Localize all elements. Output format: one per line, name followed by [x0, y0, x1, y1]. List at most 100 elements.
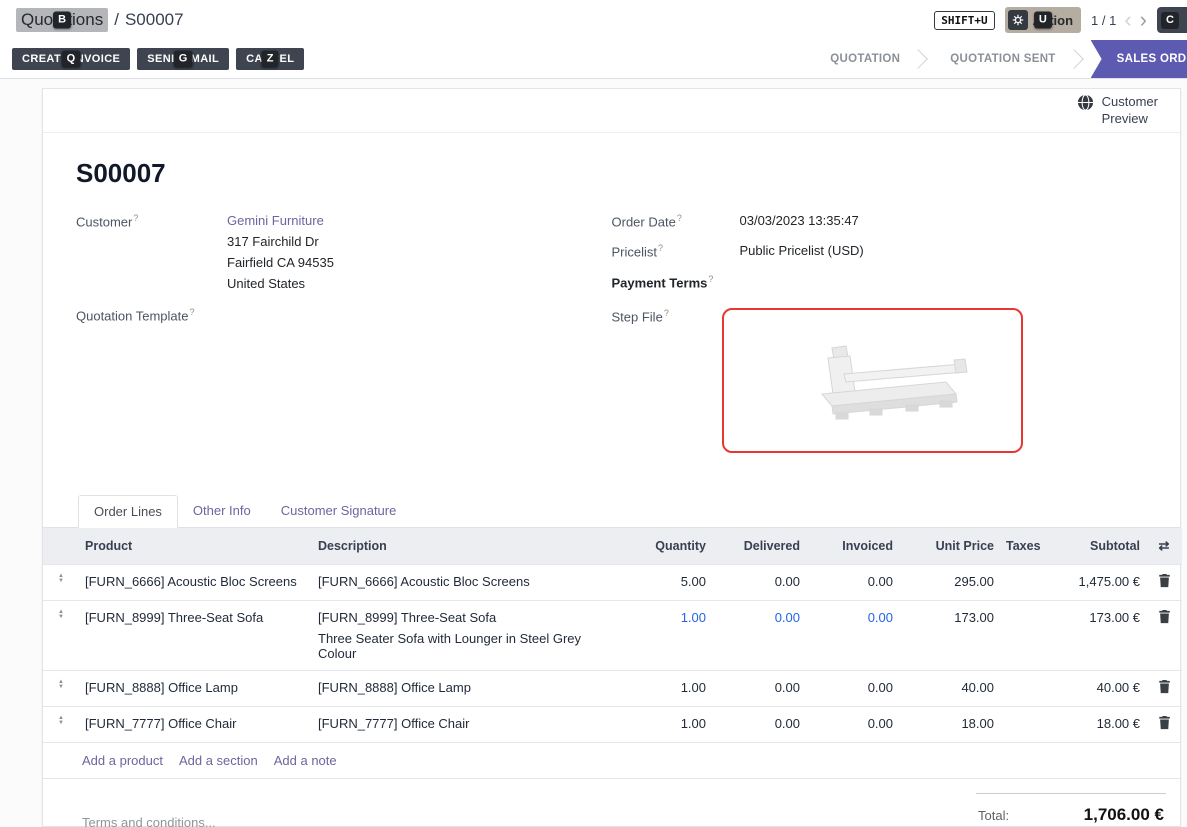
- cell-description[interactable]: [FURN_8888] Office Lamp: [312, 670, 624, 706]
- help-icon: ?: [677, 213, 682, 223]
- table-header-row: Product Description Quantity Delivered I…: [43, 528, 1182, 565]
- quotation-template-field[interactable]: [227, 307, 612, 325]
- cell-quantity[interactable]: 5.00: [624, 564, 712, 600]
- field-step-file: Step File?: [612, 308, 1148, 453]
- drag-handle[interactable]: ▲▼: [43, 600, 79, 670]
- create-button-partial[interactable]: C: [1157, 7, 1187, 33]
- content-area: Customer Preview S00007 Customer? Gemini…: [0, 79, 1187, 827]
- cell-product[interactable]: [FURN_6666] Acoustic Bloc Screens: [79, 564, 312, 600]
- delete-line-button[interactable]: [1146, 600, 1182, 670]
- pager-previous-button[interactable]: ‹: [1124, 9, 1131, 31]
- cell-taxes[interactable]: [1000, 670, 1042, 706]
- cell-delivered[interactable]: 0.00: [712, 670, 806, 706]
- cell-invoiced[interactable]: 0.00: [806, 600, 899, 670]
- add-product-link[interactable]: Add a product: [82, 753, 163, 768]
- send-email-button[interactable]: SEND EMAIL G: [137, 48, 229, 70]
- pager: 1 / 1 ‹ ›: [1091, 9, 1147, 31]
- pricelist-label: Pricelist?: [612, 243, 740, 259]
- customer-label: Customer?: [76, 213, 227, 291]
- cell-quantity[interactable]: 1.00: [624, 706, 712, 742]
- gear-icon: [1008, 10, 1028, 30]
- add-section-link[interactable]: Add a section: [179, 753, 258, 768]
- cell-product[interactable]: [FURN_7777] Office Chair: [79, 706, 312, 742]
- breadcrumb-quotations[interactable]: Quotations B: [16, 8, 108, 32]
- header-subtotal[interactable]: Subtotal: [1042, 528, 1146, 565]
- header-product[interactable]: Product: [79, 528, 312, 565]
- header-quantity[interactable]: Quantity: [624, 528, 712, 565]
- cell-invoiced[interactable]: 0.00: [806, 670, 899, 706]
- header-delivered[interactable]: Delivered: [712, 528, 806, 565]
- cell-description[interactable]: [FURN_6666] Acoustic Bloc Screens: [312, 564, 624, 600]
- cell-product[interactable]: [FURN_8888] Office Lamp: [79, 670, 312, 706]
- status-step-sales-order[interactable]: SALES ORDER: [1091, 40, 1187, 78]
- table-row[interactable]: ▲▼[FURN_8888] Office Lamp[FURN_8888] Off…: [43, 670, 1182, 706]
- header-description[interactable]: Description: [312, 528, 624, 565]
- hotkey-badge-create-invoice: Q: [62, 51, 81, 68]
- optional-columns-icon[interactable]: ⇄: [1146, 528, 1182, 565]
- cell-delivered[interactable]: 0.00: [712, 600, 806, 670]
- cell-unit-price[interactable]: 295.00: [899, 564, 1000, 600]
- delete-line-button[interactable]: [1146, 670, 1182, 706]
- status-step-quotation[interactable]: QUOTATION: [815, 40, 915, 78]
- totals-block: Total: 1,706.00 €: [976, 793, 1166, 827]
- total-value: 1,706.00 €: [1084, 805, 1164, 825]
- hotkey-badge-action: U: [1034, 12, 1052, 29]
- drag-handle[interactable]: ▲▼: [43, 706, 79, 742]
- cell-quantity[interactable]: 1.00: [624, 600, 712, 670]
- drag-handle[interactable]: ▲▼: [43, 670, 79, 706]
- table-row[interactable]: ▲▼[FURN_8999] Three-Seat Sofa[FURN_8999]…: [43, 600, 1182, 670]
- shortcut-hint-badge: SHIFT+U: [934, 11, 994, 30]
- delete-line-button[interactable]: [1146, 564, 1182, 600]
- cell-taxes[interactable]: [1000, 564, 1042, 600]
- cell-taxes[interactable]: [1000, 600, 1042, 670]
- terms-placeholder[interactable]: Terms and conditions...: [82, 815, 216, 827]
- tab-customer-signature[interactable]: Customer Signature: [266, 495, 412, 527]
- cell-delivered[interactable]: 0.00: [712, 564, 806, 600]
- field-quotation-template: Quotation Template?: [76, 307, 612, 325]
- cell-unit-price[interactable]: 40.00: [899, 670, 1000, 706]
- header-unit-price[interactable]: Unit Price: [899, 528, 1000, 565]
- order-lines-body: ▲▼[FURN_6666] Acoustic Bloc Screens[FURN…: [43, 564, 1182, 742]
- fields-grid: Customer? Gemini Furniture 317 Fairchild…: [76, 213, 1147, 465]
- customer-preview-button[interactable]: Customer Preview: [1077, 94, 1158, 127]
- order-date-value[interactable]: 03/03/2023 13:35:47: [740, 213, 1148, 229]
- payment-terms-label: Payment Terms?: [612, 274, 740, 292]
- pricelist-value[interactable]: Public Pricelist (USD): [740, 243, 1148, 259]
- tab-order-lines[interactable]: Order Lines: [78, 495, 178, 528]
- action-menu-button[interactable]: Action U: [1005, 7, 1081, 33]
- cell-unit-price[interactable]: 18.00: [899, 706, 1000, 742]
- cell-delivered[interactable]: 0.00: [712, 706, 806, 742]
- delete-line-button[interactable]: [1146, 706, 1182, 742]
- drag-handle[interactable]: ▲▼: [43, 564, 79, 600]
- customer-link[interactable]: Gemini Furniture: [227, 213, 324, 228]
- cell-quantity[interactable]: 1.00: [624, 670, 712, 706]
- notebook-tabs: Order Lines Other Info Customer Signatur…: [43, 495, 1180, 528]
- payment-terms-field[interactable]: [740, 274, 1148, 292]
- cell-invoiced[interactable]: 0.00: [806, 706, 899, 742]
- cell-taxes[interactable]: [1000, 706, 1042, 742]
- pager-count: 1 / 1: [1091, 13, 1116, 28]
- pager-next-button[interactable]: ›: [1140, 9, 1147, 31]
- table-row[interactable]: ▲▼[FURN_7777] Office Chair[FURN_7777] Of…: [43, 706, 1182, 742]
- cancel-button[interactable]: CANCEL Z: [236, 48, 304, 70]
- breadcrumb-bar: Quotations B / S00007 SHIFT+U Action U 1…: [0, 0, 1187, 40]
- hotkey-badge-cancel: Z: [262, 51, 279, 68]
- cell-product[interactable]: [FURN_8999] Three-Seat Sofa: [79, 600, 312, 670]
- cell-invoiced[interactable]: 0.00: [806, 564, 899, 600]
- add-note-link[interactable]: Add a note: [274, 753, 337, 768]
- field-payment-terms: Payment Terms?: [612, 274, 1148, 292]
- tab-other-info[interactable]: Other Info: [178, 495, 266, 527]
- hotkey-badge-breadcrumb: B: [53, 12, 71, 29]
- create-invoice-button[interactable]: CREATE INVOICE Q: [12, 48, 130, 70]
- status-step-quotation-sent[interactable]: QUOTATION SENT: [935, 40, 1070, 78]
- header-taxes[interactable]: Taxes: [1000, 528, 1042, 565]
- help-icon: ?: [190, 307, 195, 317]
- cell-description[interactable]: [FURN_7777] Office Chair: [312, 706, 624, 742]
- cell-description[interactable]: [FURN_8999] Three-Seat SofaThree Seater …: [312, 600, 624, 670]
- cell-unit-price[interactable]: 173.00: [899, 600, 1000, 670]
- help-icon: ?: [708, 274, 713, 284]
- table-row[interactable]: ▲▼[FURN_6666] Acoustic Bloc Screens[FURN…: [43, 564, 1182, 600]
- page-title: S00007: [76, 158, 1147, 189]
- step-file-image[interactable]: [722, 308, 1023, 453]
- header-invoiced[interactable]: Invoiced: [806, 528, 899, 565]
